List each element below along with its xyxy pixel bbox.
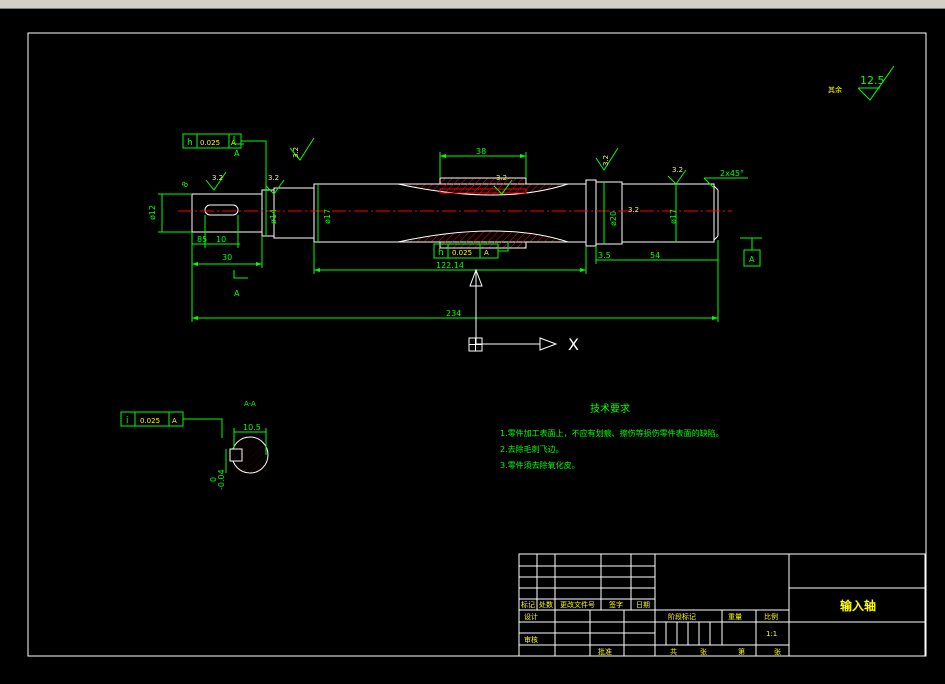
dim-chamfer: 2x45°	[720, 169, 744, 178]
ucs-x-label: X	[568, 335, 579, 354]
tb-header-5: 日期	[636, 601, 650, 609]
shaft-step-2	[273, 187, 315, 239]
tb-scale-value: 1:1	[766, 630, 777, 638]
tol-mid-value: 0.025	[452, 249, 472, 257]
dim-54: 54	[650, 251, 660, 260]
roughness-2: 3.2	[268, 174, 279, 182]
tb-header-3: 更改文件号	[560, 600, 595, 609]
dim-85: 85	[197, 235, 207, 244]
dim-10-5: 10.5	[243, 423, 261, 432]
tb-header-1: 标记	[521, 600, 535, 609]
tol-top-value: 0.025	[200, 139, 220, 147]
roughness-4: 3.2	[496, 174, 507, 182]
technical-requirements: 技术要求 1.零件加工表面上，不应有划痕、擦伤等损伤零件表面的缺陷。 2.去除毛…	[500, 402, 724, 470]
tb-weight: 重量	[728, 613, 742, 621]
tb-approve: 批准	[598, 647, 612, 656]
tb-sheet-2: 张	[774, 647, 781, 656]
roughness-3: 3.2	[292, 147, 300, 158]
tb-part-name: 输入轴	[840, 598, 876, 613]
tol-section-datum: A	[172, 417, 177, 425]
roughness-5: 3.2	[602, 155, 610, 166]
dim-10: 10	[216, 235, 226, 244]
dim-30: 30	[222, 253, 232, 262]
dim-zero: 0	[209, 477, 218, 482]
tol-section-value: 0.025	[140, 417, 160, 425]
roughness-general-label: 其余	[828, 85, 842, 94]
dim-dia-14: ø14	[269, 209, 278, 224]
dim-dia-12: ø12	[148, 205, 157, 220]
section-title: A-A	[244, 400, 256, 408]
roughness-symbols	[205, 65, 895, 195]
shaft-keyway	[204, 204, 239, 216]
tb-design: 设计	[524, 612, 538, 621]
dim-dia-17-right: ø17	[669, 209, 678, 224]
tb-sheet: 张	[700, 647, 707, 656]
tech-title: 技术要求	[590, 402, 630, 415]
tb-header-2: 处数	[539, 600, 553, 609]
tb-check: 审核	[524, 635, 538, 644]
dim-dia-20: ø20	[609, 211, 618, 226]
tech-item-2: 2.去除毛刺飞边。	[500, 444, 564, 454]
datum-label-right: A	[749, 255, 755, 264]
roughness-1: 3.2	[212, 174, 223, 182]
tech-item-3: 3.零件须去除氧化皮。	[500, 460, 580, 470]
dim-3-5: 3.5	[598, 251, 611, 260]
tb-scale-label: 比例	[764, 612, 778, 621]
shaft-shoulder	[585, 179, 597, 247]
dim-122-14: 122.14	[436, 261, 464, 270]
section-view	[225, 428, 269, 474]
tech-item-1: 1.零件加工表面上，不应有划痕、擦伤等损伤零件表面的缺陷。	[500, 428, 724, 438]
tb-total: 共	[670, 647, 677, 656]
tb-header-4: 签字	[609, 600, 623, 609]
tb-sheet-no: 第	[738, 647, 745, 656]
datum-label-top: A	[234, 149, 240, 158]
datum-label-bottom: A	[234, 289, 240, 298]
roughness-general-value: 12.5	[860, 74, 885, 87]
dim-minus-0-04: -0.04	[217, 469, 226, 490]
dim-dia-17: ø17	[323, 209, 332, 224]
dim-234: 234	[446, 309, 461, 318]
cad-drawing-canvas[interactable]: 38 ø12 ø14 ø17 ø20 ø17 8 85 10 30 122.14…	[0, 8, 945, 684]
tol-top-symbol: h	[187, 138, 193, 148]
dim-8: 8	[180, 180, 190, 189]
gear-section-hatch	[397, 177, 569, 249]
tol-mid-datum: A	[484, 249, 489, 257]
tol-section-symbol: i	[126, 416, 129, 426]
tolerance-frame-mid: h 0.025 A	[433, 242, 509, 259]
shaft-left-journal	[191, 193, 263, 233]
roughness-7: 3.2	[628, 206, 639, 214]
tb-stage: 阶段标记	[668, 612, 696, 621]
tolerance-frame-section: i 0.025 A	[120, 411, 223, 438]
ucs-icon	[468, 268, 558, 352]
dim-38: 38	[476, 147, 486, 156]
tolerance-frame-top: h 0.025 A	[182, 133, 267, 190]
tol-mid-symbol: h	[438, 248, 444, 258]
roughness-6: 3.2	[672, 166, 683, 174]
